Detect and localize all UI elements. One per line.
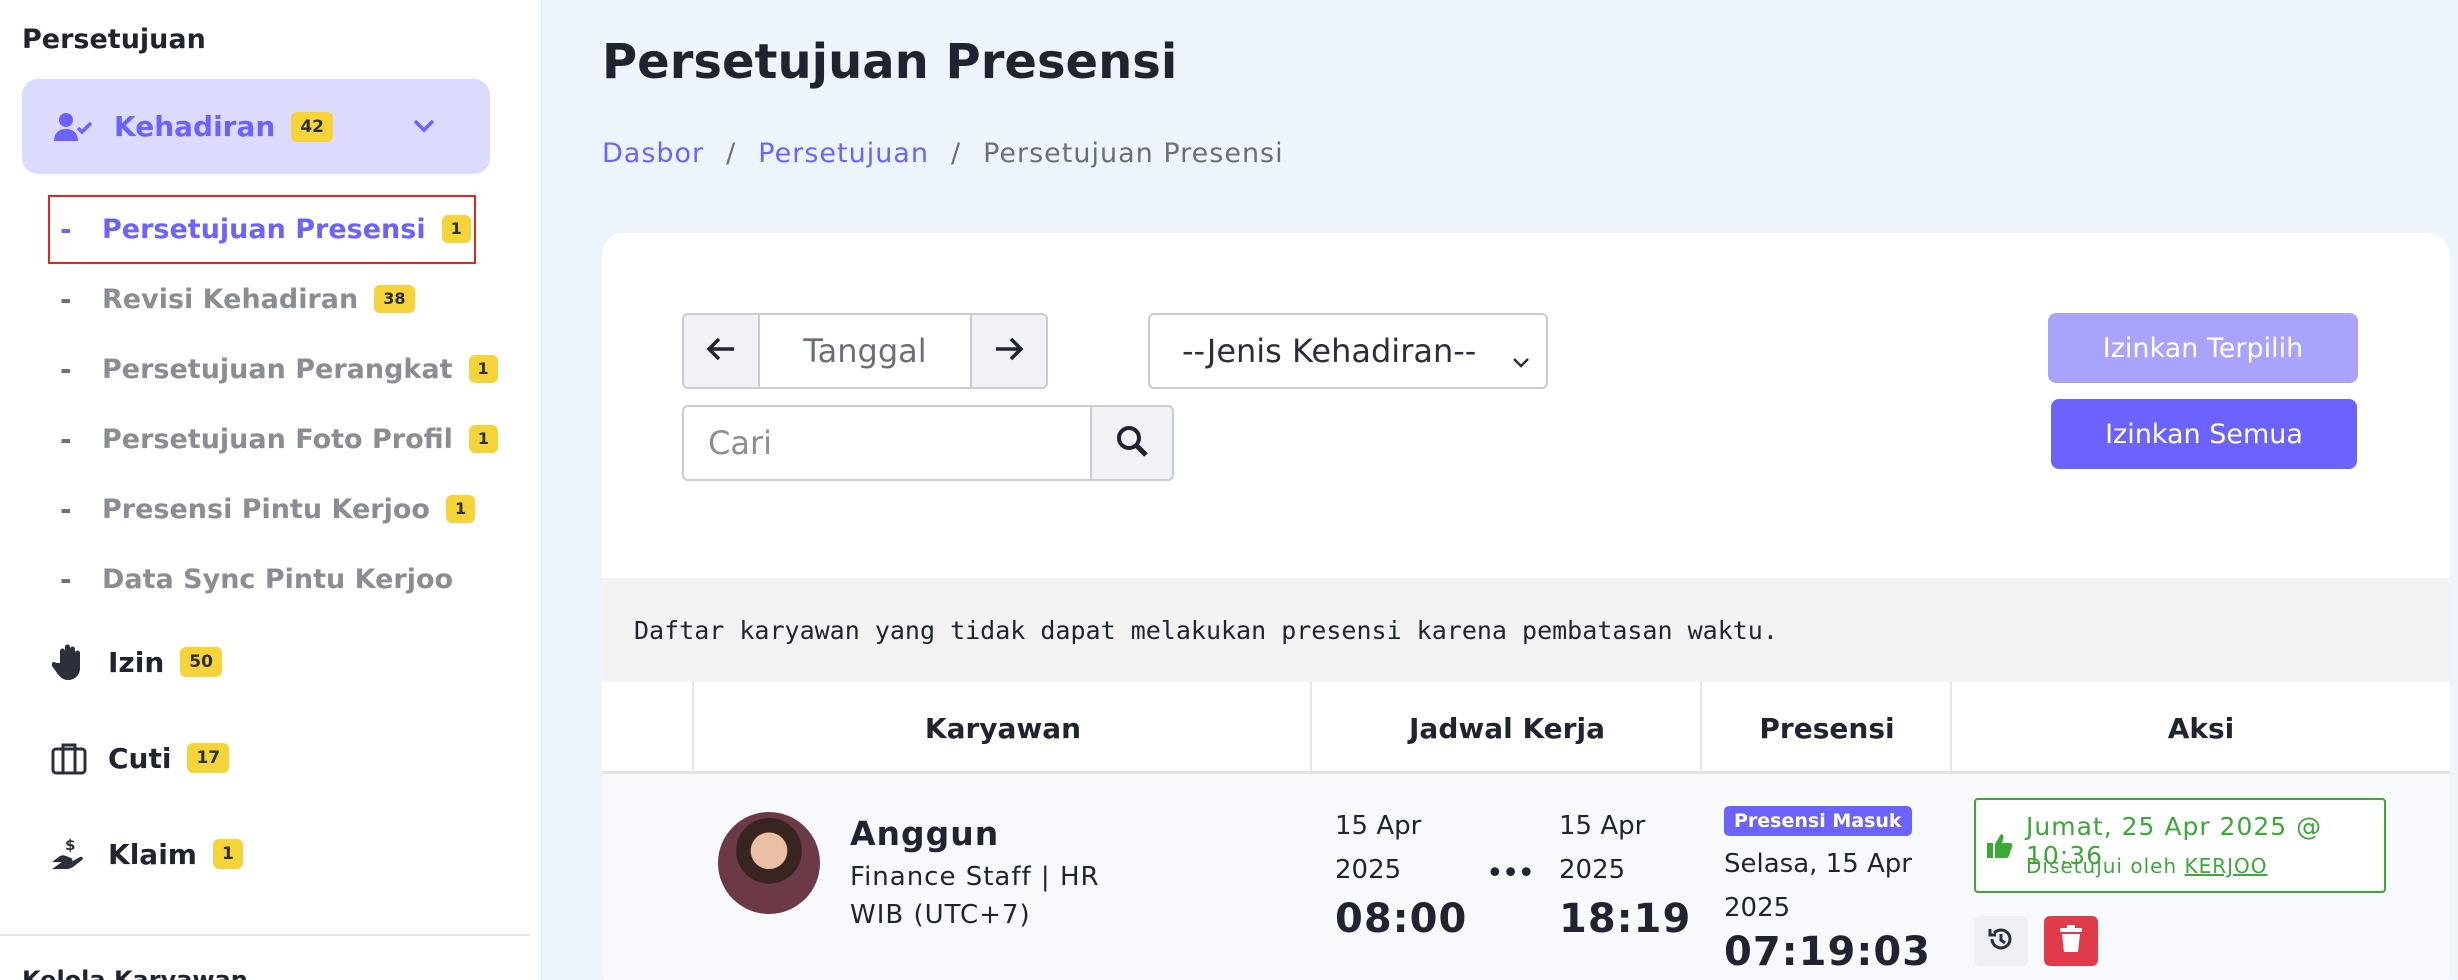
employee-role: Finance Staff | HR [850, 862, 1100, 892]
approver-link[interactable]: KERJOO [2184, 854, 2267, 878]
count-badge: 42 [291, 111, 333, 142]
sidebar-subitem-label: Data Sync Pintu Kerjoo [102, 563, 454, 595]
chevron-down-icon [1510, 343, 1532, 368]
arrow-right-icon [994, 336, 1024, 366]
column-header-jadwal-kerja[interactable]: Jadwal Kerja [1312, 682, 1702, 774]
approval-status: Jumat, 25 Apr 2025 @ 10:36 Disetujui ole… [1974, 798, 2386, 893]
presence-type-badge: Presensi Masuk [1724, 806, 1912, 836]
sidebar-subitem-data-sync-pintu-kerjoo[interactable]: - Data Sync Pintu Kerjoo [60, 559, 453, 599]
count-badge: 1 [468, 355, 498, 383]
employee-name[interactable]: Anggun [850, 814, 999, 853]
restriction-notice: Daftar karyawan yang tidak dapat melakuk… [602, 578, 2450, 682]
dash-bullet: - [60, 492, 72, 526]
sidebar-subitem-persetujuan-foto-profil[interactable]: - Persetujuan Foto Profil 1 [60, 419, 499, 459]
history-icon [1987, 925, 2015, 957]
breadcrumb-separator: / [726, 138, 737, 169]
sidebar-section-heading: Persetujuan [22, 24, 206, 55]
employee-timezone: WIB (UTC+7) [850, 900, 1031, 930]
user-check-icon [54, 107, 94, 147]
attendance-type-select[interactable]: --Jenis Kehadiran-- [1148, 313, 1548, 389]
dash-bullet: - [60, 282, 72, 316]
count-badge: 1 [445, 495, 476, 523]
sidebar-item-cuti[interactable]: Cuti 17 [48, 733, 230, 783]
sidebar-item-label: Klaim [108, 837, 197, 871]
breadcrumb-current: Persetujuan Presensi [983, 138, 1284, 169]
schedule-start-date: 15 Apr 2025 [1335, 811, 1422, 885]
presence-date: Selasa, 15 Apr 2025 [1724, 849, 1912, 923]
column-header-karyawan[interactable]: Karyawan [694, 682, 1312, 774]
svg-text:$: $ [65, 836, 75, 854]
breadcrumb-link-dasbor[interactable]: Dasbor [602, 138, 704, 169]
sidebar-divider [0, 934, 530, 936]
sidebar-subitem-label: Persetujuan Presensi [102, 213, 426, 245]
arrow-left-icon [706, 336, 736, 366]
sidebar-subitem-label: Revisi Kehadiran [102, 283, 359, 315]
count-badge: 1 [212, 839, 243, 869]
approve-selected-button[interactable]: Izinkan Terpilih [2048, 313, 2358, 383]
prev-date-button[interactable] [682, 313, 760, 389]
sidebar-section-heading-cut: Kelola Karyawan [22, 966, 248, 980]
breadcrumb-separator: / [950, 138, 962, 169]
search-input[interactable]: Cari [682, 405, 1092, 481]
sidebar-item-izin[interactable]: Izin 50 [48, 637, 222, 687]
dash-bullet: - [60, 212, 72, 246]
schedule-end-time: 18:19 [1559, 896, 1692, 942]
sidebar-item-label: Cuti [108, 741, 172, 775]
sidebar-subitem-presensi-pintu-kerjoo[interactable]: - Presensi Pintu Kerjoo 1 [60, 489, 476, 529]
schedule-separator: ••• [1486, 856, 1535, 891]
sidebar-item-kehadiran[interactable]: Kehadiran 42 [22, 79, 490, 174]
sidebar-subitem-label: Persetujuan Foto Profil [102, 423, 453, 455]
schedule-start-time: 08:00 [1335, 896, 1468, 942]
sidebar-item-klaim[interactable]: $ Klaim 1 [48, 829, 243, 879]
search-icon [1115, 424, 1149, 462]
next-date-button[interactable] [970, 313, 1048, 389]
date-input[interactable]: Tanggal [758, 313, 972, 389]
avatar [718, 812, 820, 914]
history-button[interactable] [1974, 916, 2028, 966]
sidebar-subitem-revisi-kehadiran[interactable]: - Revisi Kehadiran 38 [60, 279, 415, 319]
sidebar-subitem-persetujuan-perangkat[interactable]: - Persetujuan Perangkat 1 [60, 349, 498, 389]
sidebar-item-label: Kehadiran [114, 110, 276, 143]
column-header-aksi: Aksi [2167, 711, 2235, 745]
hand-icon [48, 641, 90, 683]
dash-bullet: - [60, 422, 72, 456]
schedule-end-date: 15 Apr 2025 [1559, 811, 1646, 885]
chevron-down-icon[interactable] [410, 111, 438, 139]
column-header-presensi[interactable]: Presensi [1702, 682, 1952, 774]
delete-button[interactable] [2044, 916, 2098, 966]
briefcase-icon [48, 737, 90, 779]
approval-card: Tanggal --Jenis Kehadiran-- Cari Izinkan… [602, 233, 2450, 980]
approved-by-prefix: Disetujui oleh [2026, 854, 2178, 878]
count-badge: 38 [374, 285, 415, 313]
breadcrumb-link-persetujuan[interactable]: Persetujuan [758, 138, 929, 169]
count-badge: 1 [468, 425, 499, 453]
trash-icon [2059, 925, 2083, 957]
presence-time: 07:19:03 [1724, 929, 1931, 975]
select-value: --Jenis Kehadiran-- [1182, 332, 1477, 370]
thumbs-up-icon [1986, 832, 2016, 862]
breadcrumb: Dasbor / Persetujuan / Persetujuan Prese… [602, 138, 1284, 169]
hand-money-icon: $ [48, 833, 90, 875]
count-badge: 50 [180, 647, 222, 677]
count-badge: 1 [441, 215, 471, 243]
count-badge: 17 [187, 743, 230, 773]
search-button[interactable] [1090, 405, 1174, 481]
sidebar-subitem-label: Persetujuan Perangkat [102, 353, 453, 385]
sidebar-subitem-persetujuan-presensi[interactable]: - Persetujuan Presensi 1 [60, 209, 471, 249]
approve-all-button[interactable]: Izinkan Semua [2051, 399, 2357, 469]
sidebar: Persetujuan Kehadiran 42 - Persetujuan P… [0, 0, 542, 980]
sidebar-subitem-label: Presensi Pintu Kerjoo [102, 493, 430, 525]
page-title: Persetujuan Presensi [602, 34, 1178, 90]
table-row: Anggun Finance Staff | HR WIB (UTC+7) 15… [602, 774, 2450, 980]
dash-bullet: - [60, 562, 72, 596]
dash-bullet: - [60, 352, 72, 386]
table-header: Karyawan Jadwal Kerja Presensi Aksi [602, 682, 2450, 774]
sidebar-item-label: Izin [108, 645, 165, 679]
approved-by: Disetujui oleh KERJOO [2026, 854, 2268, 878]
